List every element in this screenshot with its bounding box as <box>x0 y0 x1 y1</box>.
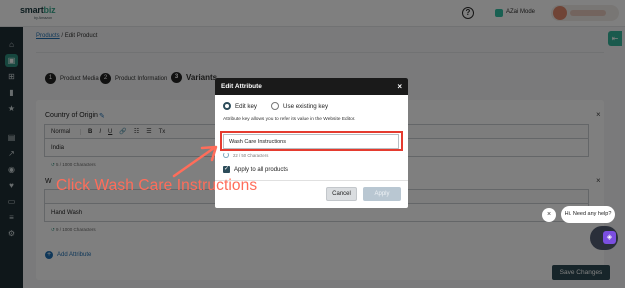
apply-button[interactable]: Apply <box>363 187 401 201</box>
close-icon[interactable]: × <box>397 78 402 95</box>
cancel-button[interactable]: Cancel <box>326 187 357 201</box>
dialog-description: Attribute key allows you to refer its va… <box>223 117 356 122</box>
use-existing-key-radio[interactable] <box>271 102 280 110</box>
instruction-callout: Click Wash Care Instructions <box>56 177 258 194</box>
edit-key-label[interactable]: Edit key <box>235 103 257 110</box>
key-char-count: 22 / 50 Characters <box>233 153 269 158</box>
apply-all-label[interactable]: Apply to all products <box>234 167 288 173</box>
radio-group: Edit key Use existing key <box>223 102 328 110</box>
use-existing-key-label[interactable]: Use existing key <box>283 103 328 110</box>
highlight-annotation <box>220 131 403 151</box>
dialog-title: Edit Attribute <box>221 83 262 90</box>
arrow-annotation-icon <box>172 145 218 178</box>
chat-close-icon[interactable]: × <box>542 208 556 222</box>
chat-bot-icon[interactable]: ◈ <box>603 231 616 244</box>
chat-greeting-bubble[interactable]: Hi. Need any help? <box>561 206 615 223</box>
dialog-header: Edit Attribute × <box>215 78 408 95</box>
apply-all-row[interactable]: ✓ Apply to all products <box>223 166 288 173</box>
edit-key-radio[interactable] <box>223 102 231 110</box>
